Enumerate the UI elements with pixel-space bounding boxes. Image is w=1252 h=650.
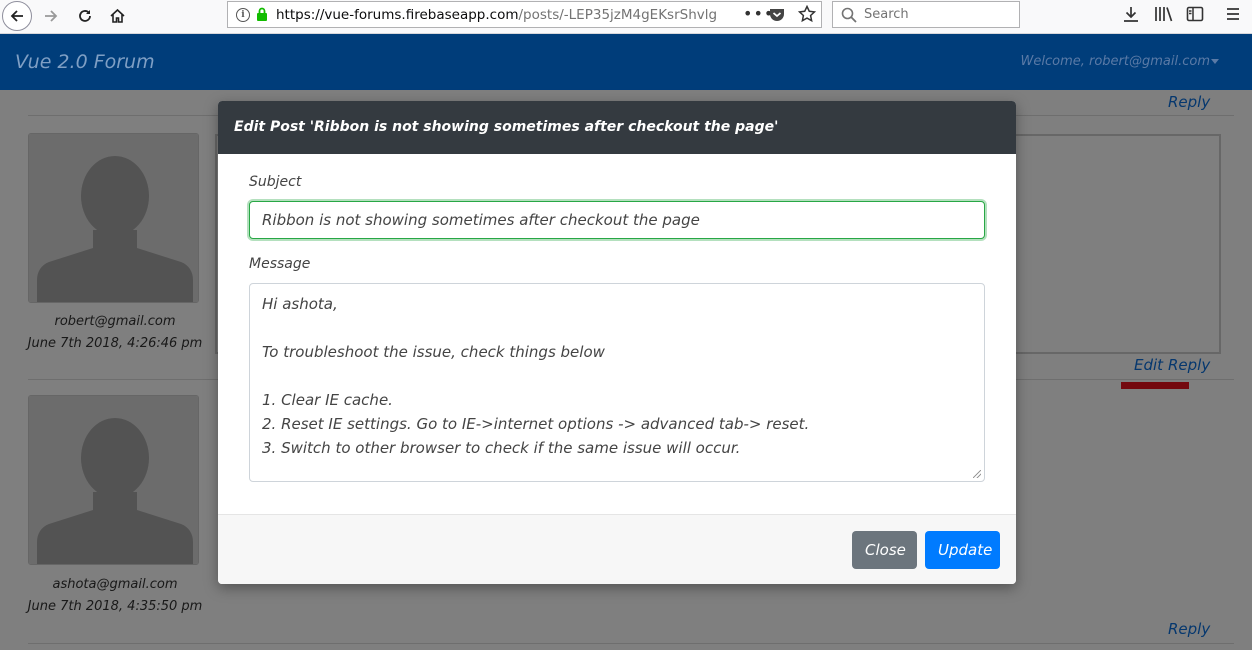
home-button[interactable] (102, 2, 132, 30)
modal-title: Edit Post 'Ribbon is not showing sometim… (234, 119, 779, 135)
close-button[interactable]: Close (852, 531, 917, 569)
lock-icon (257, 7, 267, 21)
hamburger-menu-icon[interactable] (1225, 5, 1241, 23)
download-icon[interactable] (1122, 5, 1140, 23)
subject-label: Subject (249, 174, 302, 190)
user-menu-toggle[interactable]: Welcome, robert@gmail.com (1021, 54, 1210, 69)
url-path: /posts/-LEP35jzM4gEKsrShvlg/-LI (518, 6, 717, 23)
message-line (262, 364, 972, 388)
brand-logo[interactable]: Vue 2.0 Forum (15, 51, 155, 73)
search-icon (841, 7, 857, 23)
reload-icon (79, 10, 91, 22)
edit-post-modal: Edit Post 'Ribbon is not showing sometim… (218, 101, 1016, 584)
url-bar[interactable]: i https://vue-forums.firebaseapp.com/pos… (227, 1, 822, 28)
update-button[interactable]: Update (925, 531, 1000, 569)
sidebar-icon[interactable] (1186, 5, 1204, 23)
forward-button[interactable] (36, 2, 66, 30)
bookmark-star-icon[interactable] (798, 5, 816, 23)
search-bar[interactable] (832, 1, 1020, 28)
resize-handle-icon[interactable] (973, 470, 981, 478)
subject-input[interactable] (249, 201, 985, 239)
caret-down-icon (1211, 59, 1219, 64)
message-line: To troubleshoot the issue, check things … (262, 343, 605, 361)
modal-header: Edit Post 'Ribbon is not showing sometim… (218, 101, 1016, 154)
pocket-icon[interactable] (769, 7, 785, 22)
message-line (262, 316, 972, 340)
browser-toolbar: i https://vue-forums.firebaseapp.com/pos… (0, 0, 1252, 34)
message-label: Message (249, 256, 311, 272)
search-input[interactable] (864, 7, 1014, 22)
back-button[interactable] (2, 1, 32, 31)
url-text: https://vue-forums.firebaseapp.com/posts… (276, 7, 716, 23)
info-icon[interactable]: i (236, 7, 250, 22)
message-line: 2. Reset IE settings. Go to IE->internet… (262, 415, 810, 433)
message-line: Hi ashota, (262, 295, 338, 313)
message-line: 3. Switch to other browser to check if t… (262, 439, 741, 457)
library-icon[interactable] (1154, 5, 1174, 23)
message-line: 1. Clear IE cache. (262, 391, 393, 409)
url-domain: https://vue-forums.firebaseapp.com (276, 6, 519, 23)
modal-body: Subject Message Hi ashota, To troublesho… (218, 154, 1016, 514)
forward-arrow-icon (45, 10, 58, 22)
back-arrow-icon (2, 1, 32, 31)
home-icon (109, 8, 125, 23)
modal-footer: Close Update (218, 514, 1016, 584)
message-textarea[interactable]: Hi ashota, To troubleshoot the issue, ch… (249, 283, 985, 482)
site-navbar: Vue 2.0 Forum Welcome, robert@gmail.com (0, 34, 1252, 90)
reload-button[interactable] (70, 2, 100, 30)
